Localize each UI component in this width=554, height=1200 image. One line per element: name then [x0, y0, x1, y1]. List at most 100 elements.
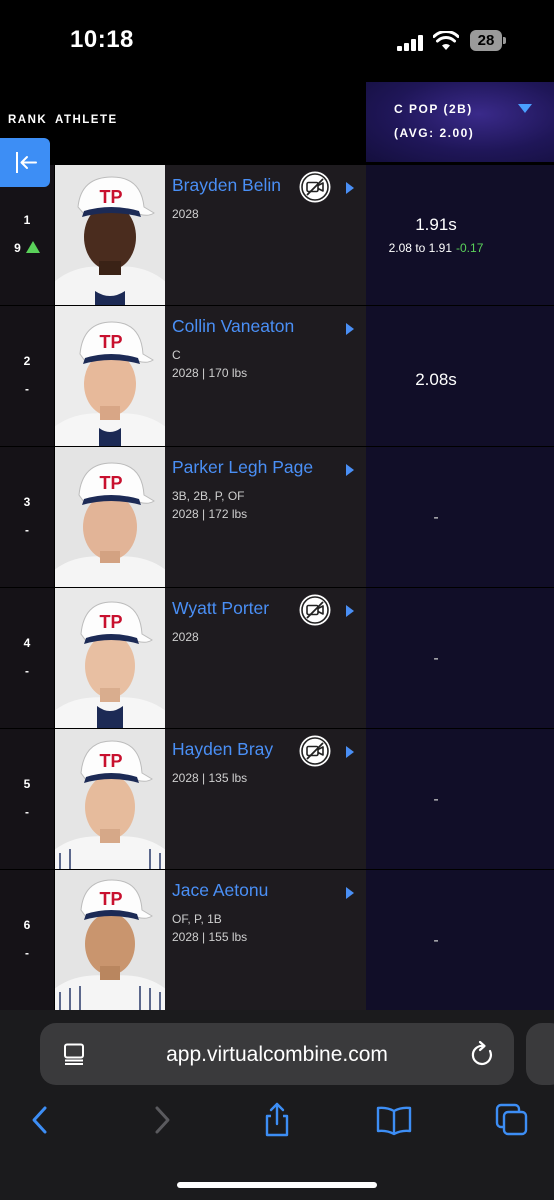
rank-cell: 3 -	[0, 447, 54, 588]
svg-text:TP: TP	[99, 751, 122, 771]
svg-text:TP: TP	[99, 187, 122, 207]
athlete-details: 2028 | 155 lbs	[172, 930, 248, 944]
rank-number: 1	[23, 213, 31, 227]
athlete-details: 2028	[172, 630, 199, 644]
cellular-signal-icon	[397, 35, 425, 51]
svg-text:TP: TP	[99, 612, 122, 632]
athlete-positions: OF, P, 1B	[172, 912, 222, 926]
svg-text:TP: TP	[99, 332, 122, 352]
athlete-photo[interactable]: TP	[55, 870, 165, 1011]
play-arrow-icon[interactable]	[346, 182, 354, 194]
next-tab-preview[interactable]	[526, 1023, 554, 1085]
metric-cell: -	[366, 729, 554, 870]
metric-cell: -	[366, 588, 554, 729]
athlete-info[interactable]: Wyatt Porter 2028	[165, 588, 366, 729]
athlete-name[interactable]: Brayden Belin	[172, 175, 281, 196]
athlete-list: 1 9 TP Brayden Belin 2028 1.91s 2.08 to …	[0, 164, 554, 1011]
table-row[interactable]: 1 9 TP Brayden Belin 2028 1.91s 2.08 to …	[0, 164, 554, 306]
rank-number: 4	[23, 636, 31, 650]
athlete-details: 2028 | 170 lbs	[172, 366, 248, 380]
metric-value: -	[433, 509, 439, 526]
rank-column-header: RANK	[8, 114, 48, 126]
metric-delta: -0.17	[456, 241, 484, 255]
metric-range-values: 2.08 to 1.91	[388, 241, 453, 255]
rank-change: 9	[0, 241, 54, 255]
metric-value: -	[433, 650, 439, 667]
rank-up-icon	[25, 241, 40, 253]
metric-value: -	[433, 791, 439, 808]
table-row[interactable]: 4 - TP Wyatt Porter 2028 -	[0, 587, 554, 729]
metric-cell: 1.91s 2.08 to 1.91 -0.17	[366, 165, 554, 306]
athlete-info[interactable]: Parker Legh Page 3B, 2B, P, OF 2028 | 17…	[165, 447, 366, 588]
tabs-icon[interactable]	[494, 1102, 530, 1138]
athlete-photo[interactable]: TP	[55, 729, 165, 870]
athlete-positions: 3B, 2B, P, OF	[172, 489, 245, 503]
reload-icon[interactable]	[470, 1040, 496, 1068]
athlete-info[interactable]: Hayden Bray 2028 | 135 lbs	[165, 729, 366, 870]
athlete-photo[interactable]: TP	[55, 306, 165, 447]
metric-cell: -	[366, 447, 554, 588]
table-row[interactable]: 3 - TP Parker Legh Page 3B, 2B, P, OF 20…	[0, 446, 554, 588]
play-arrow-icon[interactable]	[346, 323, 354, 335]
athlete-column-header: ATHLETE	[55, 114, 118, 126]
athlete-name[interactable]: Hayden Bray	[172, 739, 273, 760]
metric-range: 2.08 to 1.91 -0.17	[366, 241, 506, 255]
rank-change-value: 9	[14, 241, 21, 255]
svg-text:TP: TP	[99, 473, 122, 493]
rank-number: 2	[23, 354, 31, 368]
rank-change: -	[25, 805, 29, 819]
forward-icon[interactable]	[143, 1102, 179, 1138]
battery-icon: 28	[470, 30, 506, 52]
athlete-details: 2028 | 172 lbs	[172, 507, 248, 521]
exit-button[interactable]	[0, 138, 50, 187]
rank-change: -	[25, 523, 29, 537]
home-indicator[interactable]	[177, 1182, 377, 1188]
play-arrow-icon[interactable]	[346, 746, 354, 758]
athlete-photo[interactable]: TP	[55, 588, 165, 729]
metric-value: 1.91s	[415, 215, 457, 234]
metric-title: C POP (2B)	[394, 102, 473, 116]
metric-value: -	[433, 932, 439, 949]
share-icon[interactable]	[259, 1102, 295, 1138]
rank-change: -	[25, 664, 29, 678]
browser-toolbar: app.virtualcombine.com	[0, 1010, 554, 1200]
rank-change: -	[25, 382, 29, 396]
metric-average: (AVG: 2.00)	[394, 126, 475, 140]
url-text[interactable]: app.virtualcombine.com	[40, 1043, 514, 1067]
athlete-name[interactable]: Jace Aetonu	[172, 880, 268, 901]
athlete-positions: C	[172, 348, 181, 362]
play-arrow-icon[interactable]	[346, 464, 354, 476]
athlete-name[interactable]: Collin Vaneaton	[172, 316, 294, 337]
play-arrow-icon[interactable]	[346, 605, 354, 617]
wifi-icon	[433, 31, 459, 50]
no-video-icon	[299, 171, 331, 203]
play-arrow-icon[interactable]	[346, 887, 354, 899]
rank-cell: 6 -	[0, 870, 54, 1011]
rank-number: 5	[23, 777, 31, 791]
table-row[interactable]: 2 - TP Collin Vaneaton C 2028 | 170 lbs …	[0, 305, 554, 447]
bookmarks-icon[interactable]	[376, 1102, 412, 1138]
table-row[interactable]: 5 - TP Hayden Bray 2028 | 135 lbs -	[0, 728, 554, 870]
athlete-name[interactable]: Wyatt Porter	[172, 598, 269, 619]
back-icon[interactable]	[23, 1102, 59, 1138]
athlete-info[interactable]: Jace Aetonu OF, P, 1B 2028 | 155 lbs	[165, 870, 366, 1011]
table-row[interactable]: 6 - TP Jace Aetonu OF, P, 1B 2028 | 155 …	[0, 869, 554, 1011]
metric-value: 2.08s	[415, 370, 457, 389]
no-video-icon	[299, 735, 331, 767]
rank-cell: 4 -	[0, 588, 54, 729]
athlete-photo[interactable]: TP	[55, 165, 165, 306]
chevron-down-icon[interactable]	[518, 104, 532, 113]
athlete-photo[interactable]: TP	[55, 447, 165, 588]
metric-cell: -	[366, 870, 554, 1011]
battery-level: 28	[477, 32, 495, 49]
rank-cell: 2 -	[0, 306, 54, 447]
athlete-info[interactable]: Brayden Belin 2028	[165, 165, 366, 306]
rank-number: 3	[23, 495, 31, 509]
metric-cell: 2.08s	[366, 306, 554, 447]
metric-column-header[interactable]: C POP (2B) (AVG: 2.00)	[366, 82, 554, 162]
athlete-name[interactable]: Parker Legh Page	[172, 457, 313, 478]
address-bar[interactable]: app.virtualcombine.com	[40, 1023, 514, 1085]
exit-icon	[16, 152, 37, 173]
svg-text:TP: TP	[99, 889, 122, 909]
athlete-info[interactable]: Collin Vaneaton C 2028 | 170 lbs	[165, 306, 366, 447]
